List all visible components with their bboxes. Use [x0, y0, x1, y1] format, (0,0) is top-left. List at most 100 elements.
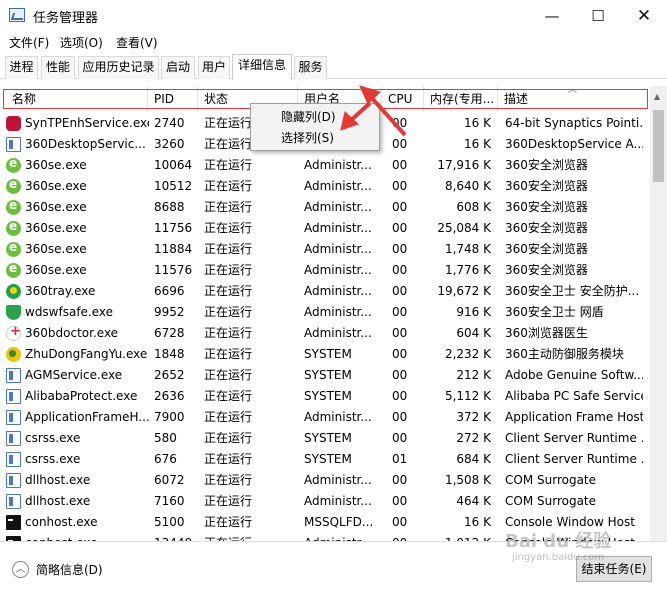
menu-options[interactable]: 选项(O): [60, 34, 103, 51]
browser-icon: [6, 198, 21, 215]
cell-name: dllhost.exe: [25, 473, 91, 487]
console-icon: [6, 515, 21, 530]
context-menu: 隐藏列(D) 选择列(S): [250, 103, 380, 151]
table-row[interactable]: 360se.exe 11756 正在运行 Administr... 00 25,084 K…: [0, 218, 650, 239]
menu-view[interactable]: 查看(V): [116, 34, 158, 51]
cell-pid: 2652: [154, 368, 185, 382]
cell-pid: 2636: [154, 389, 185, 403]
cell-name: csrss.exe: [25, 452, 81, 466]
cell-status: 正在运行: [204, 179, 253, 193]
zhudong-icon: [6, 347, 21, 362]
table-row[interactable]: 360bdoctor.exe 6728 正在运行 Administr... 00 604 …: [0, 323, 650, 344]
baidu-watermark: Bai du 经验: [505, 531, 612, 552]
scroll-thumb[interactable]: [653, 110, 664, 182]
cell-user: Administr...: [304, 284, 372, 298]
menu-bar: 文件(F) 选项(O) 查看(V): [0, 31, 667, 53]
tab-services[interactable]: 服务: [294, 56, 327, 79]
table-row[interactable]: dllhost.exe 7160 正在运行 Administr... 00 464 K CO…: [0, 491, 650, 512]
cell-cpu: 00: [392, 410, 408, 424]
table-row[interactable]: 360se.exe 11884 正在运行 Administr... 00 1,748 K 3…: [0, 239, 650, 260]
table-row[interactable]: 360se.exe 11576 正在运行 Administr... 00 1,776 K 3…: [0, 260, 650, 281]
cell-memory: 1,776 K: [444, 263, 491, 277]
menu-select-columns[interactable]: 选择列(S): [281, 129, 334, 146]
menu-file[interactable]: 文件(F): [9, 34, 49, 51]
app-icon: [6, 389, 21, 404]
browser-icon: [6, 261, 21, 278]
cell-user: MSSQLFD...: [304, 515, 374, 529]
browser-icon: [6, 177, 21, 194]
cell-user: Administr...: [304, 158, 372, 172]
table-row[interactable]: 360tray.exe 6696 正在运行 Administr... 00 19,672 …: [0, 281, 650, 302]
cell-status: 正在运行: [204, 368, 253, 382]
table-row[interactable]: csrss.exe 676 正在运行 SYSTEM 01 684 K Client Serv…: [0, 449, 650, 470]
cell-pid: 2740: [154, 116, 185, 130]
cell-memory: 16 K: [464, 116, 491, 130]
cell-user: SYSTEM: [304, 452, 352, 466]
cell-cpu: 00: [392, 242, 408, 256]
cell-memory: 212 K: [456, 368, 491, 382]
table-row[interactable]: dllhost.exe 6072 正在运行 Administr... 00 1,508 K…: [0, 470, 650, 491]
scroll-up-icon[interactable]: ▲: [654, 92, 660, 101]
tab-startup[interactable]: 启动: [161, 56, 195, 79]
cell-name: ZhuDongFangYu.exe: [25, 347, 148, 361]
cell-cpu: 00: [392, 200, 408, 214]
table-row[interactable]: AGMService.exe 2652 正在运行 SYSTEM 00 212 K Adobe…: [0, 365, 650, 386]
cell-status: 正在运行: [204, 473, 253, 487]
cell-pid: 676: [154, 452, 177, 466]
cell-memory: 8,640 K: [444, 179, 491, 193]
cell-memory: 1,748 K: [444, 242, 491, 256]
cell-user: Administr...: [304, 200, 372, 214]
table-row[interactable]: AlibabaProtect.exe 2636 正在运行 SYSTEM 00 5,112 …: [0, 386, 650, 407]
tab-performance[interactable]: 性能: [41, 56, 75, 79]
cell-status: 正在运行: [204, 533, 299, 541]
cell-status: 正在运行: [204, 305, 253, 319]
table-row[interactable]: ZhuDongFangYu.exe 1848 正在运行 SYSTEM 00 2,232 K…: [0, 344, 650, 365]
tab-details[interactable]: 详细信息: [232, 54, 292, 80]
app-icon: [6, 452, 21, 467]
cell-name: wdswfsafe.exe: [25, 305, 114, 319]
browser-icon: [6, 219, 21, 236]
cell-pid: 8688: [154, 200, 185, 214]
collapse-icon[interactable]: ︿: [12, 561, 29, 578]
cell-status: 正在运行: [204, 431, 253, 445]
tab-app-history[interactable]: 应用历史记录: [78, 56, 159, 79]
cell-cpu: 00: [392, 326, 408, 340]
cell-cpu: 00: [392, 368, 408, 382]
cell-cpu: 00: [392, 137, 408, 151]
vertical-scrollbar[interactable]: ▲: [650, 86, 667, 541]
cell-description: Client Server Runtime ...: [505, 452, 643, 466]
browser-icon: [6, 240, 21, 257]
cell-description: 360安全浏览器: [505, 221, 588, 235]
cell-user: Administr...: [304, 473, 372, 487]
fewer-details-link[interactable]: 简略信息(D): [36, 561, 103, 578]
table-row[interactable]: 360se.exe 10512 正在运行 Administr... 00 8,640 K 3…: [0, 176, 650, 197]
close-button[interactable]: ✕: [621, 0, 667, 31]
cell-memory: 608 K: [456, 200, 491, 214]
tab-users[interactable]: 用户: [198, 56, 230, 79]
menu-hide-column[interactable]: 隐藏列(D): [281, 108, 336, 125]
cell-memory: 464 K: [456, 494, 491, 508]
cell-description: 360安全浏览器: [505, 263, 588, 277]
cell-pid: 6696: [154, 284, 185, 298]
cell-name: ApplicationFrameH...: [25, 410, 149, 424]
cell-user: Administr...: [304, 221, 372, 235]
cell-description: Application Frame Host: [505, 410, 643, 424]
cell-status: 正在运行: [204, 200, 253, 214]
cell-name: dllhost.exe: [25, 494, 91, 508]
cell-memory: 916 K: [456, 305, 491, 319]
table-row[interactable]: ApplicationFrameH... 7900 正在运行 Administr...…: [0, 407, 650, 428]
table-row[interactable]: wdswfsafe.exe 9952 正在运行 Administr... 00 916 K…: [0, 302, 650, 323]
table-row[interactable]: 360se.exe 8688 正在运行 Administr... 00 608 K 360安…: [0, 197, 650, 218]
table-row[interactable]: csrss.exe 580 正在运行 SYSTEM 00 272 K Client Serv…: [0, 428, 650, 449]
table-row[interactable]: 360se.exe 10064 正在运行 Administr... 00 17,916 K…: [0, 155, 650, 176]
title-bar: 任务管理器 — ☐ ✕: [0, 0, 667, 31]
cell-status: 正在运行: [204, 494, 253, 508]
minimize-button[interactable]: —: [529, 0, 575, 31]
tab-processes[interactable]: 进程: [5, 56, 38, 79]
cell-description: 360安全浏览器: [505, 242, 588, 256]
maximize-button[interactable]: ☐: [575, 0, 621, 31]
cell-pid: 7900: [154, 410, 185, 424]
cell-memory: 19,672 K: [437, 284, 491, 298]
cell-user: Administr...: [304, 263, 372, 277]
cell-memory: 604 K: [456, 326, 491, 340]
